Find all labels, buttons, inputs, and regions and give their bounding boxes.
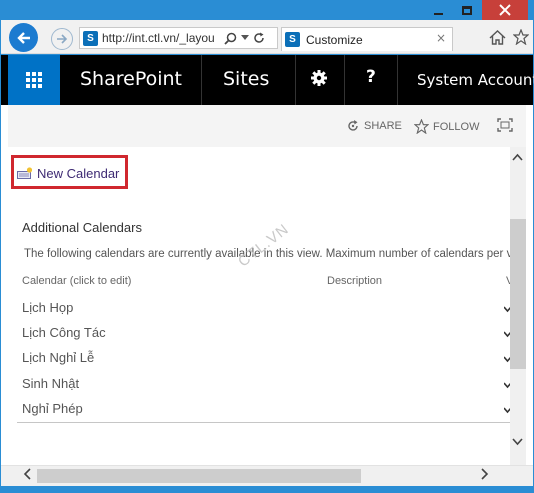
sites-link[interactable]: Sites <box>223 68 269 90</box>
navigation-bar: S http://int.ctl.vn/_layou S Customize × <box>1 20 533 54</box>
sharepoint-brand[interactable]: SharePoint <box>80 68 182 90</box>
follow-star-icon <box>414 119 429 134</box>
suite-divider <box>295 55 296 105</box>
share-button[interactable]: SHARE <box>346 119 402 133</box>
close-icon <box>499 4 511 16</box>
focus-on-content-icon[interactable] <box>497 118 513 132</box>
back-button[interactable] <box>9 23 38 52</box>
calendar-row[interactable]: Sinh Nhật <box>22 376 79 391</box>
tab-close-icon[interactable]: × <box>436 31 446 45</box>
calendar-row[interactable]: Nghỉ Phép <box>22 401 83 416</box>
follow-button[interactable]: FOLLOW <box>414 119 479 134</box>
refresh-icon[interactable] <box>253 32 265 44</box>
sharepoint-favicon-icon: S <box>83 30 98 46</box>
tab-favicon-icon: S <box>285 32 300 47</box>
scroll-down-icon[interactable] <box>512 438 523 446</box>
app-launcher-icon <box>26 72 42 88</box>
calendar-row[interactable]: Lịch Công Tác <box>22 325 106 340</box>
dropdown-icon[interactable] <box>241 35 249 41</box>
user-account-menu[interactable]: System Account <box>417 71 534 89</box>
scroll-left-icon[interactable] <box>23 468 31 480</box>
vertical-scrollbar[interactable] <box>510 147 526 465</box>
favorites-star-icon[interactable] <box>513 29 529 45</box>
calendar-row[interactable]: Lịch Họp <box>22 300 73 315</box>
share-label: SHARE <box>364 120 402 132</box>
new-item-icon <box>17 167 33 179</box>
address-bar[interactable]: S http://int.ctl.vn/_layou <box>79 27 278 49</box>
window-bottom-border <box>1 486 533 492</box>
browser-tab[interactable]: S Customize × <box>281 27 453 51</box>
new-calendar-label[interactable]: New Calendar <box>37 166 119 181</box>
tab-title: Customize <box>306 32 363 47</box>
horizontal-scrollbar[interactable] <box>1 465 533 486</box>
title-bar <box>0 0 534 20</box>
maximize-button[interactable] <box>453 0 481 20</box>
calendar-row[interactable]: Lịch Nghỉ Lễ <box>22 350 94 365</box>
minimize-button[interactable] <box>425 0 452 20</box>
close-window-button[interactable] <box>482 0 528 20</box>
horizontal-scroll-thumb[interactable] <box>37 469 361 483</box>
vertical-scroll-thumb[interactable] <box>510 219 526 369</box>
page-content: SHARE FOLLOW New Calendar Additional Cal… <box>1 105 533 465</box>
column-header-calendar: Calendar (click to edit) <box>22 275 132 287</box>
search-icon[interactable] <box>224 32 237 45</box>
column-header-description: Description <box>327 275 383 287</box>
settings-gear-icon[interactable] <box>310 69 328 87</box>
share-icon <box>348 120 358 131</box>
back-arrow-icon <box>16 31 30 44</box>
follow-label: FOLLOW <box>433 120 480 133</box>
additional-calendars-heading: Additional Calendars <box>22 220 142 235</box>
help-button[interactable]: ? <box>366 67 376 87</box>
scroll-right-icon[interactable] <box>481 468 489 480</box>
new-calendar-link[interactable]: New Calendar <box>17 166 119 181</box>
table-bottom-divider <box>17 422 511 423</box>
watermark: CTL.VN <box>235 220 293 271</box>
scroll-up-icon[interactable] <box>512 153 523 161</box>
app-launcher-button[interactable] <box>8 55 60 105</box>
forward-button[interactable] <box>51 28 73 50</box>
suite-divider <box>344 55 345 105</box>
suite-divider <box>397 55 398 105</box>
forward-arrow-icon <box>57 34 68 44</box>
url-text[interactable]: http://int.ctl.vn/_layou <box>102 31 220 45</box>
suite-divider <box>201 55 202 105</box>
home-icon[interactable] <box>489 30 506 45</box>
sharepoint-suite-bar: SharePoint Sites ? System Account <box>1 55 534 105</box>
